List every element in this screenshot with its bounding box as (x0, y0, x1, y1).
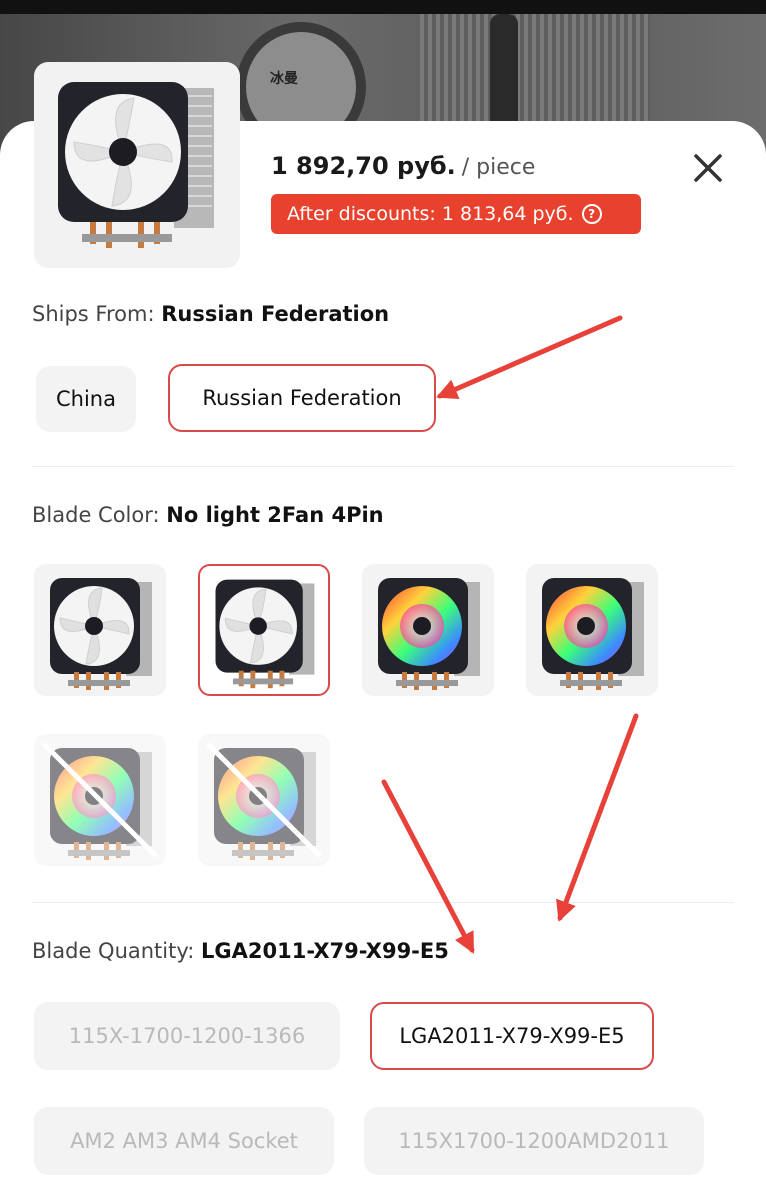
ships-from-option-russian-federation[interactable]: Russian Federation (168, 364, 436, 432)
blade-color-swatch[interactable] (362, 564, 494, 696)
status-bar (0, 0, 766, 14)
price-value: 1 892,70 руб. (271, 152, 456, 180)
blade-quantity-option-lga2011[interactable]: LGA2011-X79-X99-E5 (370, 1002, 654, 1070)
blade-quantity-value: LGA2011-X79-X99-E5 (201, 939, 449, 963)
price-unit: / piece (461, 155, 536, 180)
ships-from-value: Russian Federation (161, 302, 390, 326)
blade-color-value: No light 2Fan 4Pin (166, 503, 384, 527)
divider (32, 902, 734, 903)
close-icon (694, 154, 722, 182)
blade-quantity-label: Blade Quantity: LGA2011-X79-X99-E5 (32, 939, 449, 963)
cooler-image (58, 82, 224, 248)
divider (32, 466, 734, 467)
blade-color-swatch[interactable] (198, 734, 330, 866)
cooler-image (50, 578, 152, 690)
cooler-image (215, 579, 315, 689)
discount-text: After discounts: 1 813,64 руб. (287, 203, 574, 225)
price-line: 1 892,70 руб. / piece (271, 152, 535, 180)
blade-quantity-option-am2-am3-am4[interactable]: AM2 AM3 AM4 Socket (34, 1107, 334, 1175)
blade-quantity-option-115x1700-1200amd2011[interactable]: 115X1700-1200AMD2011 (364, 1107, 704, 1175)
close-button[interactable] (688, 148, 728, 188)
cooler-image (206, 742, 322, 860)
blade-color-swatch[interactable] (526, 564, 658, 696)
cooler-image (378, 578, 480, 690)
blade-color-swatch[interactable] (34, 734, 166, 866)
blade-color-label: Blade Color: No light 2Fan 4Pin (32, 503, 384, 527)
help-circle-icon[interactable]: ? (581, 204, 602, 224)
ships-from-option-china[interactable]: China (36, 366, 136, 432)
blade-quantity-option-115x-1700-1200-1366[interactable]: 115X-1700-1200-1366 (34, 1002, 340, 1070)
product-thumbnail (34, 62, 240, 268)
ships-from-label: Ships From: Russian Federation (32, 302, 390, 326)
blade-color-swatch[interactable] (198, 564, 330, 696)
cooler-image (542, 578, 644, 690)
discount-badge[interactable]: After discounts: 1 813,64 руб. ? (271, 194, 641, 234)
cooler-image (42, 742, 158, 860)
blade-color-swatch[interactable] (34, 564, 166, 696)
backdrop-brand-logo: 冰曼 (270, 71, 298, 87)
backdrop-heatsink (420, 14, 650, 134)
